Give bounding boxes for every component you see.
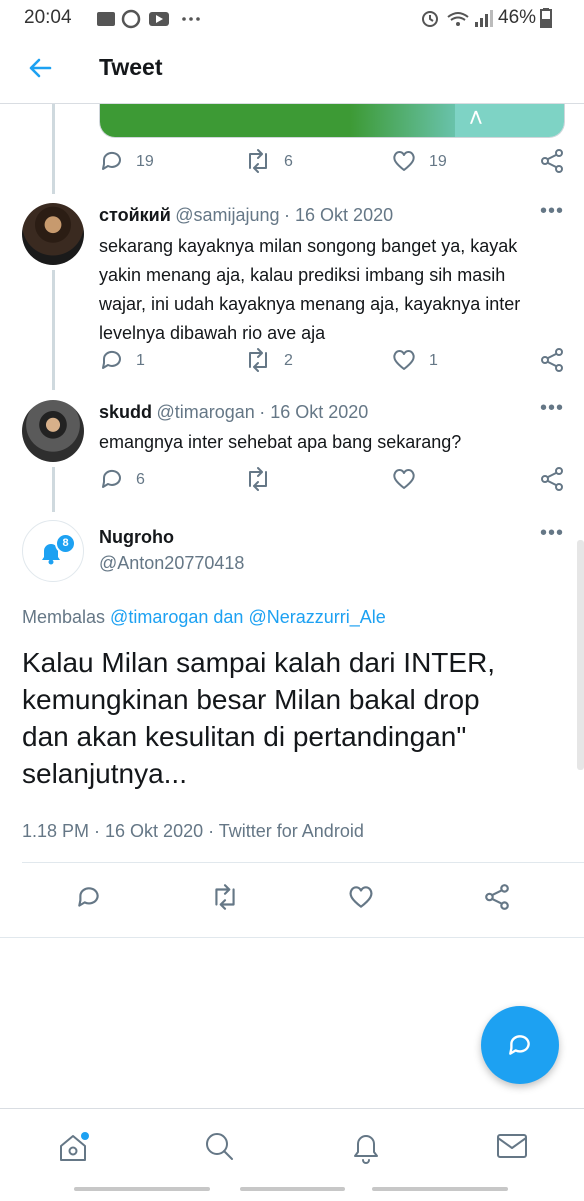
retweet-icon[interactable] xyxy=(244,148,272,174)
tweet-media-image[interactable]: ⋀ xyxy=(99,104,565,138)
author-name[interactable]: skudd xyxy=(99,402,152,422)
reply-icon[interactable] xyxy=(99,148,125,174)
thread-line xyxy=(52,104,55,194)
more-options-icon[interactable]: ••• xyxy=(540,200,564,223)
retweet-icon[interactable] xyxy=(210,883,240,911)
compose-icon xyxy=(506,1031,534,1059)
reply-header: стойкий @samijajung · 16 Okt 2020 xyxy=(99,205,393,226)
battery-percent: 46% xyxy=(498,7,537,28)
reply-count: 1 xyxy=(136,352,145,369)
retweet-count: 2 xyxy=(284,352,293,369)
main-tweet-actions xyxy=(75,883,535,913)
tweet-date: · 16 Okt 2020 xyxy=(284,205,394,225)
author-handle[interactable]: @Anton20770418 xyxy=(99,553,244,574)
heart-icon[interactable] xyxy=(391,347,417,373)
reply-header: skudd @timarogan · 16 Okt 2020 xyxy=(99,402,368,423)
retweet-count: 6 xyxy=(284,153,293,170)
author-handle[interactable]: @samijajung xyxy=(175,205,279,225)
app-header: Tweet xyxy=(0,36,584,103)
tweet-actions: 19 6 19 xyxy=(99,148,569,178)
text-line: kemungkinan besar Milan bakal drop xyxy=(22,684,480,715)
retweet-icon[interactable] xyxy=(244,347,272,373)
heart-icon[interactable] xyxy=(391,148,417,174)
avatar-badge: 8 xyxy=(55,533,76,554)
battery-icon xyxy=(540,8,552,28)
retweet-icon[interactable] xyxy=(244,466,272,492)
reply-icon[interactable] xyxy=(75,883,103,911)
gesture-bar xyxy=(74,1187,210,1191)
reply-icon[interactable] xyxy=(99,347,125,373)
tweet-meta: 1.18 PM · 16 Okt 2020 · Twitter for Andr… xyxy=(22,821,364,841)
tweet-actions: 6 xyxy=(99,466,569,496)
divider xyxy=(22,862,584,863)
status-time: 20:04 xyxy=(24,7,72,28)
author-name[interactable]: Nugroho xyxy=(99,527,174,548)
like-count: 1 xyxy=(429,352,438,369)
share-icon[interactable] xyxy=(539,466,565,492)
more-options-icon[interactable]: ••• xyxy=(540,397,564,420)
text-line: levelnya dibawah rio ave aja xyxy=(99,323,326,343)
arrow-left-icon[interactable] xyxy=(26,54,54,82)
text-line: sekarang kayaknya milan songong banget y… xyxy=(99,236,518,256)
mention-link[interactable]: @timarogan xyxy=(110,607,208,627)
home-icon[interactable] xyxy=(56,1131,90,1165)
gesture-bar xyxy=(372,1187,508,1191)
page-title: Tweet xyxy=(99,54,163,80)
bell-icon[interactable] xyxy=(349,1129,383,1165)
avatar[interactable]: 8 xyxy=(22,520,84,582)
text-line: emangnya inter sehebat apa bang sekarang… xyxy=(99,432,462,452)
tweet-text: Kalau Milan sampai kalah dari INTER, kem… xyxy=(22,644,562,792)
search-icon[interactable] xyxy=(202,1129,236,1163)
more-options-icon[interactable]: ••• xyxy=(540,522,564,545)
reply-text: sekarang kayaknya milan songong banget y… xyxy=(99,232,559,348)
notification-icons xyxy=(96,9,206,29)
text-line: Kalau Milan sampai kalah dari INTER, xyxy=(22,647,496,678)
reply-count: 6 xyxy=(136,471,145,488)
tweet-date: · 16 Okt 2020 xyxy=(259,402,369,422)
text-line: dan akan kesulitan di pertandingan" xyxy=(22,721,467,752)
share-icon[interactable] xyxy=(539,148,565,174)
text-line: yakin menang aja, kalau prediksi imbang … xyxy=(99,265,506,285)
thread-line xyxy=(52,270,55,390)
heart-icon[interactable] xyxy=(347,883,375,911)
divider xyxy=(0,937,584,938)
author-name[interactable]: стойкий xyxy=(99,205,171,225)
system-icons xyxy=(420,8,494,30)
mention-link[interactable]: @Nerazzurri_Ale xyxy=(248,607,385,627)
scrollbar[interactable] xyxy=(577,540,584,770)
replying-and: dan xyxy=(213,607,244,627)
mail-icon[interactable] xyxy=(495,1131,529,1161)
text-line: wajar, ini udah kayaknya menang aja, kay… xyxy=(99,294,521,314)
reply-count: 19 xyxy=(136,153,154,170)
replying-to: Membalas @timarogan dan @Nerazzurri_Ale xyxy=(22,607,386,628)
share-icon[interactable] xyxy=(539,347,565,373)
share-icon[interactable] xyxy=(483,883,511,911)
reply-text: emangnya inter sehebat apa bang sekarang… xyxy=(99,428,559,457)
replying-prefix: Membalas xyxy=(22,607,106,627)
avatar[interactable] xyxy=(22,203,84,265)
text-line: selanjutnya... xyxy=(22,758,187,789)
gesture-bar xyxy=(240,1187,345,1191)
avatar[interactable] xyxy=(22,400,84,462)
reply-icon[interactable] xyxy=(99,466,125,492)
tweet-actions: 1 2 1 xyxy=(99,347,569,377)
like-count: 19 xyxy=(429,153,447,170)
thread-line xyxy=(52,467,55,512)
heart-icon[interactable] xyxy=(391,466,417,492)
compose-button[interactable] xyxy=(481,1006,559,1084)
status-bar: 20:04 46% xyxy=(0,0,584,36)
author-handle[interactable]: @timarogan xyxy=(156,402,254,422)
